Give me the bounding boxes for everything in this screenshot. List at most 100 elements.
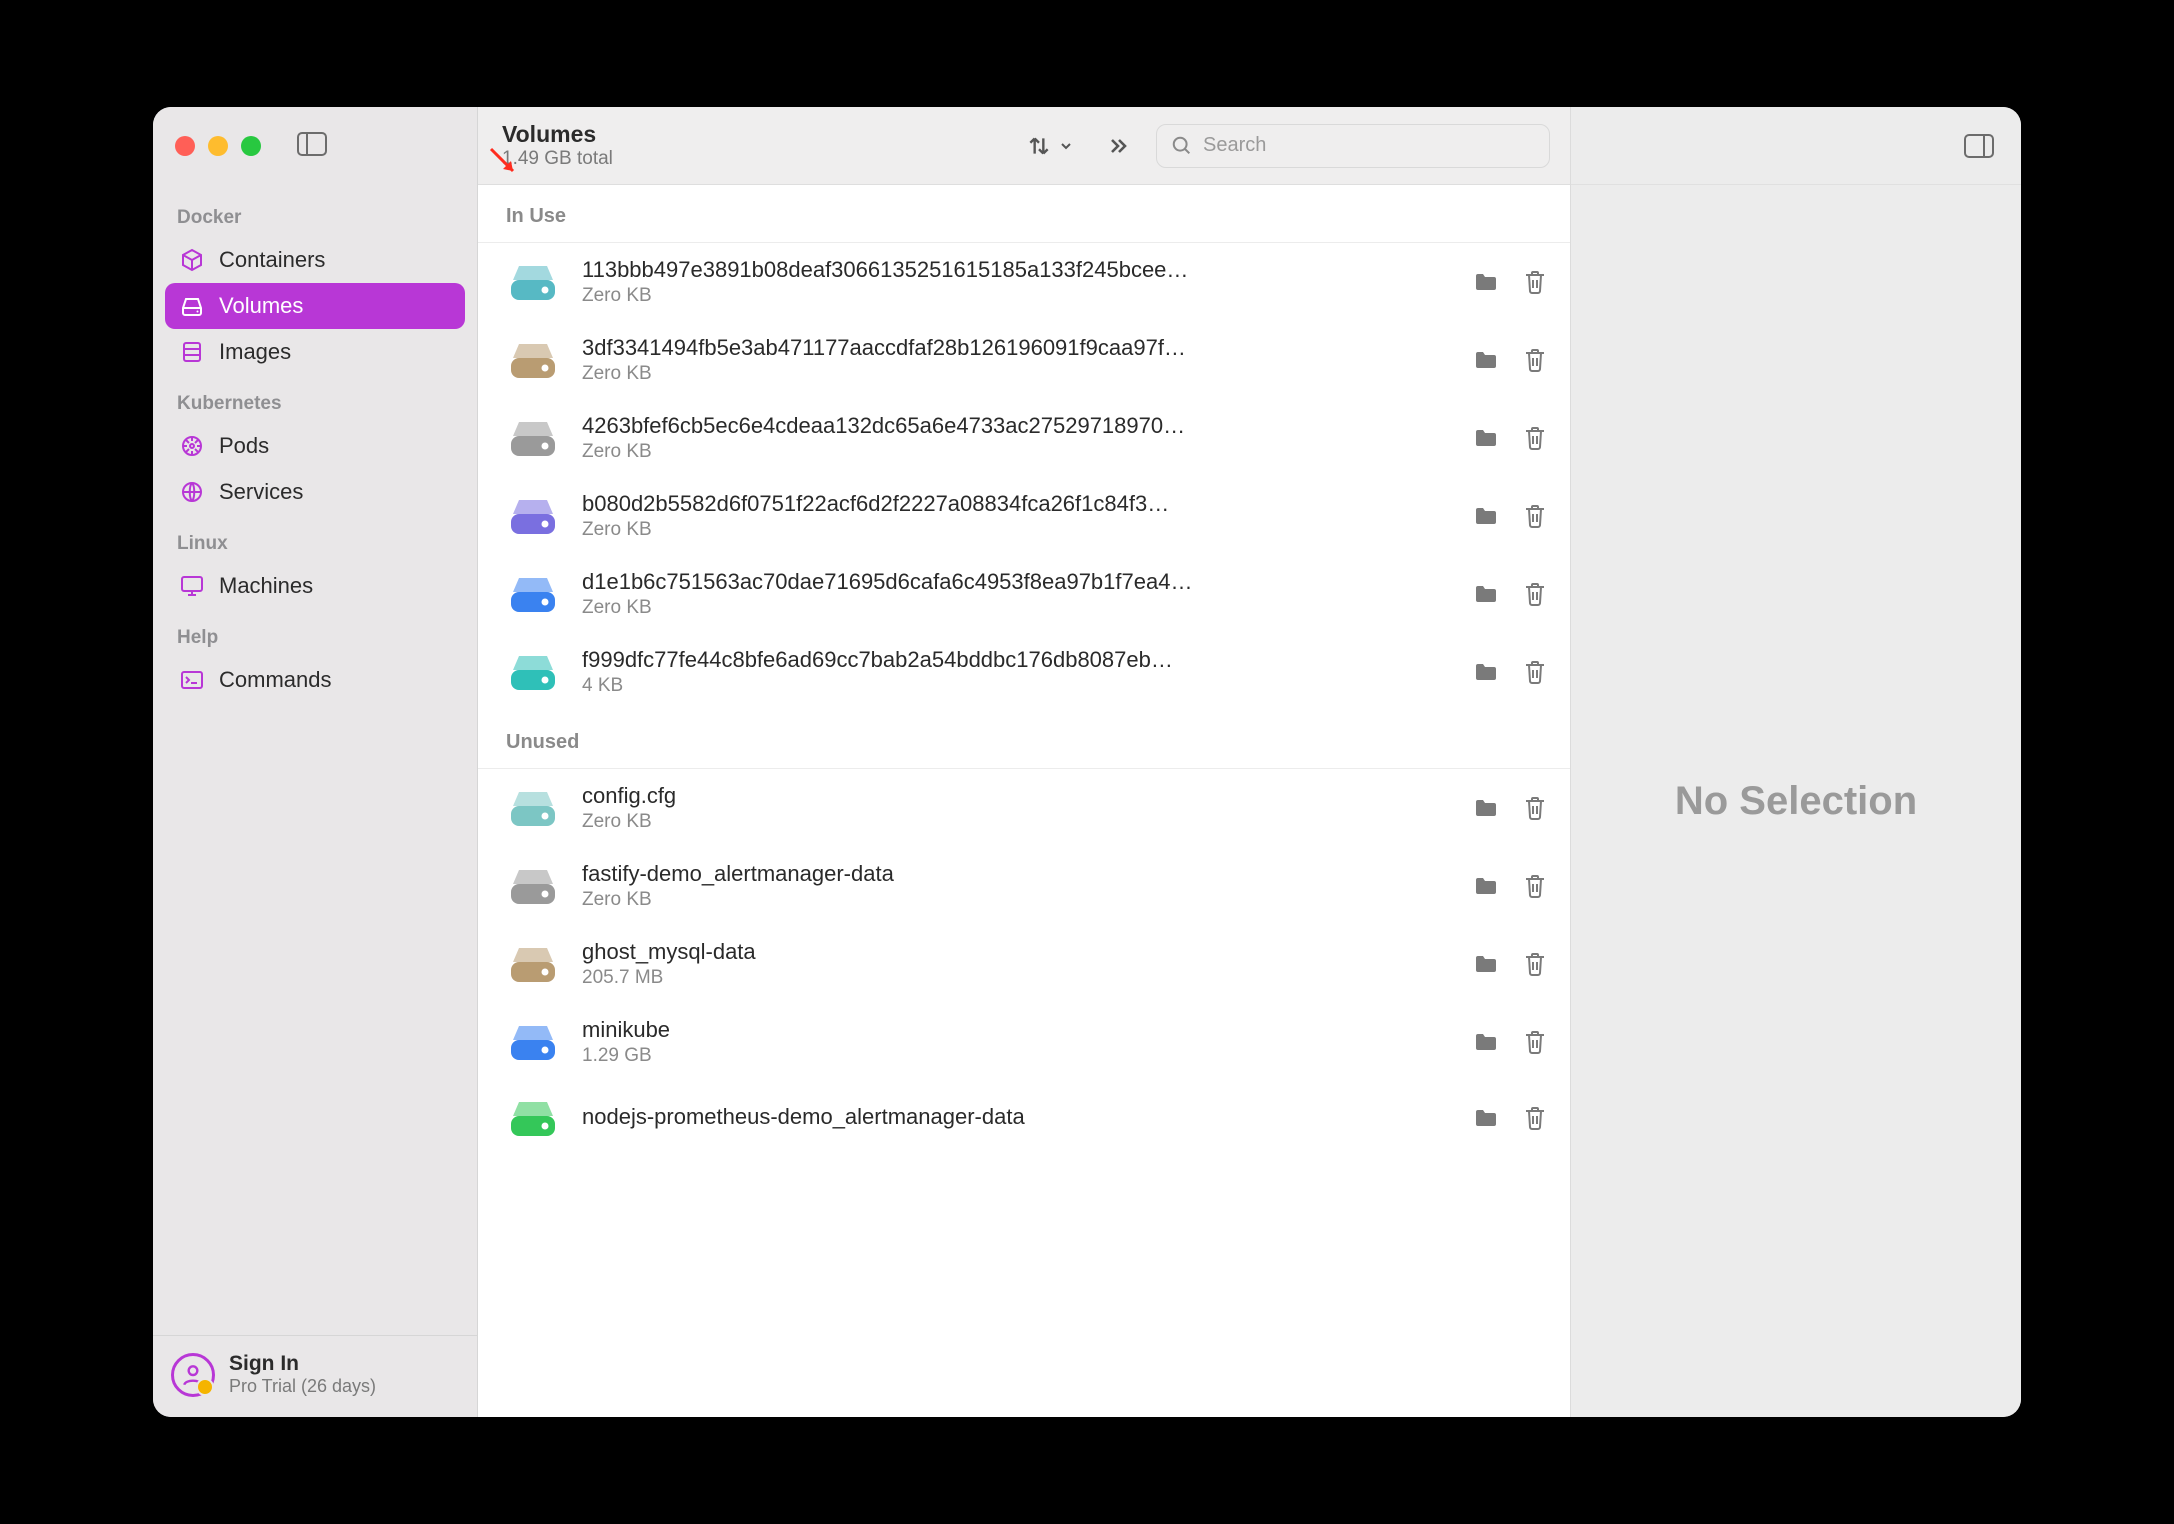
volume-size: Zero KB xyxy=(582,285,1454,307)
volume-row[interactable]: f999dfc77fe44c8bfe6ad69cc7bab2a54bddbc17… xyxy=(478,633,1570,711)
sort-button[interactable] xyxy=(1020,126,1080,166)
volume-info: 4263bfef6cb5ec6e4cdeaa132dc65a6e4733ac27… xyxy=(582,413,1454,463)
close-window-button[interactable] xyxy=(175,136,195,156)
volume-row[interactable]: 113bbb497e3891b08deaf3066135251615185a13… xyxy=(478,243,1570,321)
volume-row[interactable]: fastify-demo_alertmanager-data Zero KB xyxy=(478,847,1570,925)
reveal-in-finder-button[interactable] xyxy=(1474,954,1498,974)
row-actions xyxy=(1474,874,1546,898)
reveal-in-finder-button[interactable] xyxy=(1474,350,1498,370)
delete-button[interactable] xyxy=(1524,504,1546,528)
group-header: In Use xyxy=(478,185,1570,243)
row-actions xyxy=(1474,270,1546,294)
toolbar-title-block: Volumes 1.49 GB total xyxy=(502,121,613,169)
row-actions xyxy=(1474,660,1546,684)
volume-size: 205.7 MB xyxy=(582,967,1454,989)
reveal-in-finder-button[interactable] xyxy=(1474,876,1498,896)
volumes-list[interactable]: In Use 113bbb497e3891b08deaf306613525161… xyxy=(478,185,1570,1417)
no-selection-label: No Selection xyxy=(1675,779,1917,824)
volume-icon xyxy=(504,1095,562,1141)
globe-icon xyxy=(179,479,205,505)
volume-row[interactable]: config.cfg Zero KB xyxy=(478,769,1570,847)
delete-button[interactable] xyxy=(1524,348,1546,372)
chevron-double-right-icon xyxy=(1106,134,1130,158)
volume-row[interactable]: 4263bfef6cb5ec6e4cdeaa132dc65a6e4733ac27… xyxy=(478,399,1570,477)
overflow-button[interactable] xyxy=(1098,126,1138,166)
sidebar-item-images[interactable]: Images xyxy=(165,329,465,375)
cube-icon xyxy=(179,247,205,273)
row-actions xyxy=(1474,504,1546,528)
reveal-in-finder-button[interactable] xyxy=(1474,584,1498,604)
toggle-detail-panel-button[interactable] xyxy=(1959,126,1999,166)
group-header: Unused xyxy=(478,711,1570,769)
reveal-in-finder-button[interactable] xyxy=(1474,272,1498,292)
reveal-in-finder-button[interactable] xyxy=(1474,1108,1498,1128)
sidebar-item-services[interactable]: Services xyxy=(165,469,465,515)
traffic-lights xyxy=(175,136,261,156)
volume-name: d1e1b6c751563ac70dae71695d6cafa6c4953f8e… xyxy=(582,569,1454,595)
row-actions xyxy=(1474,426,1546,450)
reveal-in-finder-button[interactable] xyxy=(1474,662,1498,682)
volume-info: nodejs-prometheus-demo_alertmanager-data xyxy=(582,1104,1454,1132)
sidebar-item-label: Commands xyxy=(219,667,331,693)
delete-button[interactable] xyxy=(1524,582,1546,606)
volume-row[interactable]: nodejs-prometheus-demo_alertmanager-data xyxy=(478,1081,1570,1155)
sidebar-nav: Docker Containers Volumes Images Kube xyxy=(153,185,477,1335)
sidebar-item-label: Pods xyxy=(219,433,269,459)
volume-row[interactable]: 3df3341494fb5e3ab471177aaccdfaf28b126196… xyxy=(478,321,1570,399)
volume-name: 3df3341494fb5e3ab471177aaccdfaf28b126196… xyxy=(582,335,1454,361)
volume-icon xyxy=(504,337,562,383)
search-field[interactable] xyxy=(1156,124,1550,168)
delete-button[interactable] xyxy=(1524,796,1546,820)
reveal-in-finder-button[interactable] xyxy=(1474,506,1498,526)
minimize-window-button[interactable] xyxy=(208,136,228,156)
delete-button[interactable] xyxy=(1524,660,1546,684)
volume-icon xyxy=(504,649,562,695)
volume-size: 1.29 GB xyxy=(582,1045,1454,1067)
volume-row[interactable]: b080d2b5582d6f0751f22acf6d2f2227a08834fc… xyxy=(478,477,1570,555)
zoom-window-button[interactable] xyxy=(241,136,261,156)
volume-icon xyxy=(504,259,562,305)
sidebar-item-label: Containers xyxy=(219,247,325,273)
detail-toolbar xyxy=(1571,107,2021,185)
delete-button[interactable] xyxy=(1524,426,1546,450)
row-actions xyxy=(1474,582,1546,606)
search-input[interactable] xyxy=(1203,134,1535,157)
delete-button[interactable] xyxy=(1524,1106,1546,1130)
chevron-down-icon xyxy=(1058,138,1074,154)
sidebar-item-label: Services xyxy=(219,479,303,505)
section-label-help: Help xyxy=(165,609,465,657)
volume-name: config.cfg xyxy=(582,783,1454,809)
sidebar-item-label: Images xyxy=(219,339,291,365)
volume-row[interactable]: minikube 1.29 GB xyxy=(478,1003,1570,1081)
volume-row[interactable]: d1e1b6c751563ac70dae71695d6cafa6c4953f8e… xyxy=(478,555,1570,633)
sidebar-account[interactable]: Sign In Pro Trial (26 days) xyxy=(153,1335,477,1417)
volume-size: Zero KB xyxy=(582,597,1454,619)
sidebar-item-label: Machines xyxy=(219,573,313,599)
row-actions xyxy=(1474,1030,1546,1054)
reveal-in-finder-button[interactable] xyxy=(1474,798,1498,818)
page-subtitle: 1.49 GB total xyxy=(502,148,613,170)
volume-info: ghost_mysql-data 205.7 MB xyxy=(582,939,1454,989)
reveal-in-finder-button[interactable] xyxy=(1474,1032,1498,1052)
delete-button[interactable] xyxy=(1524,874,1546,898)
volume-size: Zero KB xyxy=(582,519,1454,541)
toolbar: Volumes 1.49 GB total xyxy=(478,107,1570,185)
row-actions xyxy=(1474,796,1546,820)
delete-button[interactable] xyxy=(1524,952,1546,976)
sidebar-item-containers[interactable]: Containers xyxy=(165,237,465,283)
volume-size: Zero KB xyxy=(582,811,1454,833)
delete-button[interactable] xyxy=(1524,270,1546,294)
sort-icon xyxy=(1026,133,1052,159)
sidebar-item-volumes[interactable]: Volumes xyxy=(165,283,465,329)
sidebar-item-commands[interactable]: Commands xyxy=(165,657,465,703)
volume-name: minikube xyxy=(582,1017,1454,1043)
delete-button[interactable] xyxy=(1524,1030,1546,1054)
row-actions xyxy=(1474,952,1546,976)
sidebar-item-pods[interactable]: Pods xyxy=(165,423,465,469)
volume-row[interactable]: ghost_mysql-data 205.7 MB xyxy=(478,925,1570,1003)
toggle-sidebar-button[interactable] xyxy=(297,132,327,161)
reveal-in-finder-button[interactable] xyxy=(1474,428,1498,448)
volume-size: Zero KB xyxy=(582,889,1454,911)
sidebar-item-machines[interactable]: Machines xyxy=(165,563,465,609)
volume-info: f999dfc77fe44c8bfe6ad69cc7bab2a54bddbc17… xyxy=(582,647,1454,697)
